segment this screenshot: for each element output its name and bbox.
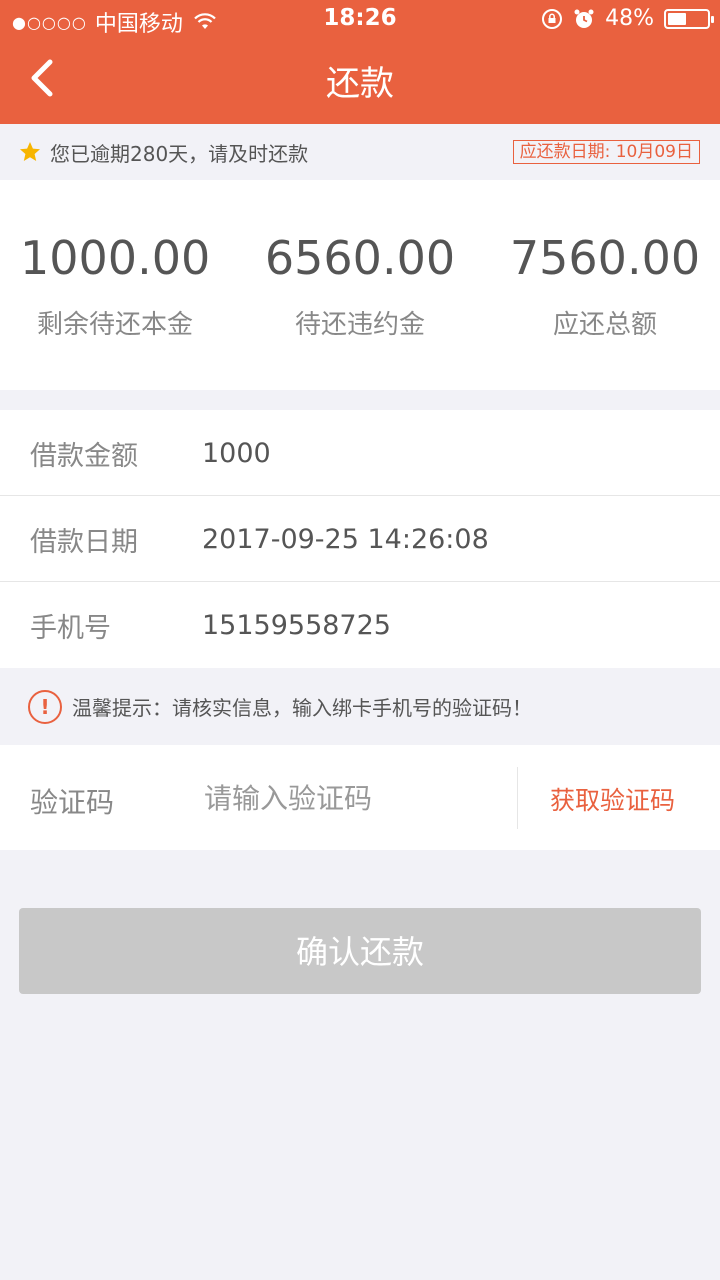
warm-tip: ! 温馨提示：请核实信息，输入绑卡手机号的验证码！	[0, 668, 720, 745]
warning-icon: !	[28, 689, 62, 724]
battery-fill	[668, 12, 687, 25]
code-label: 验证码	[30, 786, 115, 819]
phone-row: 手机号 15159558725	[0, 582, 720, 668]
code-input[interactable]	[202, 773, 502, 823]
get-code-button[interactable]: 获取验证码	[550, 781, 675, 817]
overdue-notice: 您已逾期280天，请及时还款 应还款日期: 10月09日	[0, 124, 720, 180]
row-key: 手机号	[30, 612, 111, 644]
overdue-text: 您已逾期280天，请及时还款	[50, 141, 309, 166]
confirm-repay-button[interactable]: 确认还款	[19, 908, 701, 994]
nav-bar: 还款	[0, 40, 720, 124]
row-key: 借款金额	[30, 440, 138, 472]
summary-value: 7560.00	[509, 231, 701, 285]
loan-info-list: 借款金额 1000 借款日期 2017-09-25 14:26:08 手机号 1…	[0, 410, 720, 668]
summary-label: 应还总额	[552, 310, 657, 340]
summary-principal: 1000.00 剩余待还本金	[20, 228, 210, 341]
summary-label: 待还违约金	[294, 310, 425, 340]
loan-amount-row: 借款金额 1000	[0, 410, 720, 496]
verification-code-row: 验证码 获取验证码	[0, 745, 720, 850]
battery-icon	[664, 8, 714, 29]
star-icon	[20, 142, 40, 161]
summary-penalty: 6560.00 待还违约金	[262, 228, 458, 341]
summary-total: 7560.00 应还总额	[508, 228, 702, 341]
summary-value: 1000.00	[20, 231, 211, 285]
row-key: 借款日期	[30, 526, 138, 558]
summary-value: 6560.00	[264, 231, 456, 285]
due-date-badge: 应还款日期: 10月09日	[512, 140, 700, 164]
page-title: 还款	[326, 64, 394, 104]
row-value: 2017-09-25 14:26:08	[202, 523, 489, 555]
battery-percent: 48%	[605, 6, 654, 31]
summary-label: 剩余待还本金	[36, 310, 193, 340]
rotation-lock-icon	[542, 8, 563, 29]
status-bar: ●○○○○ 中国移动 18:26 48%	[0, 0, 720, 40]
row-value: 1000	[202, 437, 271, 469]
alarm-icon	[574, 9, 594, 28]
divider	[517, 767, 518, 829]
row-value: 15159558725	[202, 609, 391, 641]
tip-text: 温馨提示：请核实信息，输入绑卡手机号的验证码！	[72, 696, 532, 720]
loan-date-row: 借款日期 2017-09-25 14:26:08	[0, 496, 720, 582]
top-bar: ●○○○○ 中国移动 18:26 48% 还款	[0, 0, 720, 124]
repayment-summary: 1000.00 剩余待还本金 6560.00 待还违约金 7560.00 应还总…	[0, 180, 720, 390]
